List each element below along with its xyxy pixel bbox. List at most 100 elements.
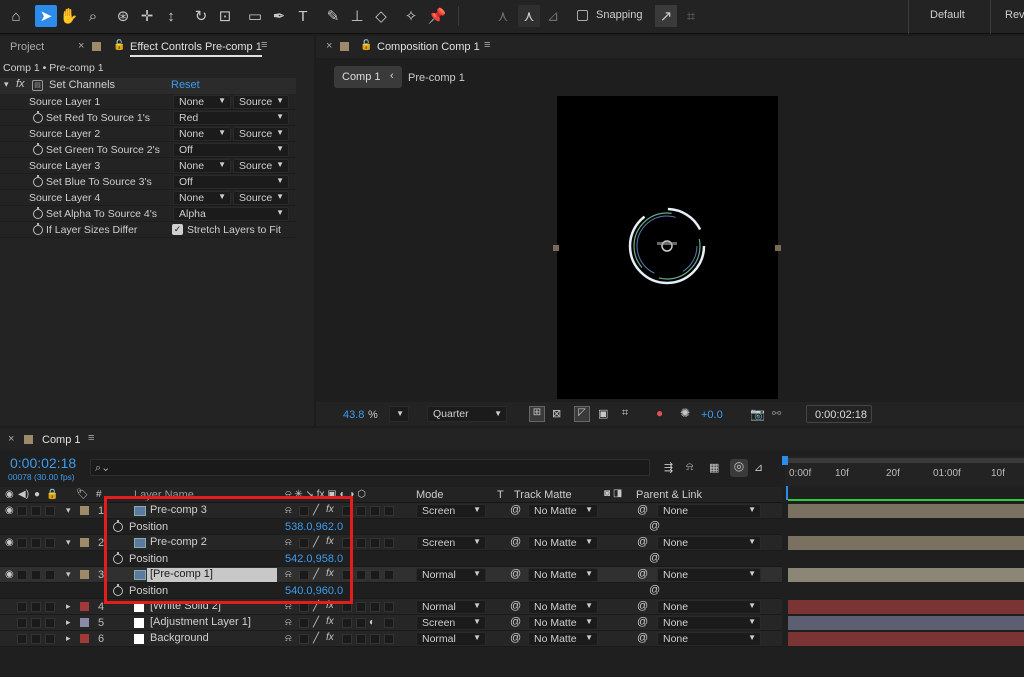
lock-toggle[interactable] [45, 602, 55, 612]
track-matte-dropdown[interactable]: No Matte ▼ [528, 536, 598, 550]
parent-dropdown[interactable]: None ▼ [657, 616, 761, 630]
property-pickwhip-icon[interactable]: @ [649, 520, 660, 532]
motion-blur-switch[interactable] [356, 602, 366, 612]
track-matte-pickwhip-icon[interactable]: @ [510, 504, 521, 516]
layer-duration-bar[interactable] [788, 504, 1024, 518]
lock-toggle[interactable] [45, 538, 55, 548]
eraser-tool-icon[interactable]: ◇ [370, 5, 392, 27]
current-time-indicator[interactable] [786, 486, 788, 500]
fx-switch-icon[interactable]: fx [326, 616, 334, 627]
search-input[interactable]: ⌕⌄ [90, 459, 650, 476]
parent-pickwhip-icon[interactable]: @ [637, 568, 648, 580]
stopwatch-icon[interactable] [33, 111, 43, 123]
parent-dropdown[interactable]: None ▼ [657, 600, 761, 614]
layer-duration-bar[interactable] [788, 616, 1024, 630]
work-area-start-handle[interactable] [782, 456, 788, 465]
lock-toggle[interactable] [45, 570, 55, 580]
guides-icon[interactable]: ▣ [598, 407, 608, 420]
pan-camera-icon[interactable]: ✛ [136, 5, 158, 27]
adjustment-switch[interactable] [370, 538, 380, 548]
3d-layer-switch[interactable] [384, 618, 394, 628]
adjustment-switch[interactable] [370, 506, 380, 516]
pen-tool-icon[interactable]: ✒ [268, 5, 290, 27]
snapping-checkbox[interactable] [577, 10, 588, 21]
effect-prop-dropdown[interactable]: None ▼ [173, 159, 231, 173]
adjustment-switch[interactable] [370, 602, 380, 612]
effect-prop-source-dropdown[interactable]: Source ▼ [233, 127, 289, 141]
solo-toggle[interactable] [31, 618, 41, 628]
collapse-chevron-icon[interactable]: ▾ [4, 79, 9, 90]
audio-toggle[interactable] [17, 538, 27, 548]
motion-blur-switch[interactable] [356, 618, 366, 628]
track-matte-dropdown[interactable]: No Matte ▼ [528, 504, 598, 518]
chevron-right-icon[interactable]: ▸ [66, 601, 71, 612]
effect-prop-source-dropdown[interactable]: Source ▼ [233, 95, 289, 109]
roto-brush-icon[interactable]: ✧ [400, 5, 422, 27]
axis-view-icon[interactable]: ⊿ [542, 5, 564, 27]
layer-duration-bar[interactable] [788, 600, 1024, 614]
effect-prop-dropdown[interactable]: Red ▼ [173, 111, 289, 125]
track-matte-dropdown[interactable]: No Matte ▼ [528, 632, 598, 646]
selection-tool-icon[interactable]: ➤ [35, 5, 57, 27]
solo-toggle[interactable] [31, 506, 41, 516]
stopwatch-icon[interactable] [33, 175, 43, 187]
lock-toggle[interactable] [45, 634, 55, 644]
label-color-chip[interactable] [80, 618, 89, 627]
exposure-value[interactable]: +0.0 [701, 409, 723, 421]
label-tag-icon[interactable]: 🏷 [76, 489, 89, 500]
parent-pickwhip-icon[interactable]: @ [637, 600, 648, 612]
close-icon[interactable]: × [78, 40, 84, 52]
show-snapshot-icon[interactable]: ⚯ [772, 407, 781, 420]
parent-pickwhip-icon[interactable]: @ [637, 504, 648, 516]
effect-prop-dropdown[interactable]: Off ▼ [173, 143, 289, 157]
audio-toggle[interactable] [17, 618, 27, 628]
layer-name[interactable]: [Adjustment Layer 1] [147, 616, 277, 630]
fx-icon[interactable]: fx [16, 78, 25, 90]
orbit-camera-icon[interactable]: ⊛ [112, 5, 134, 27]
track-matte-pickwhip-icon[interactable]: @ [510, 568, 521, 580]
layer-name[interactable]: Background [147, 632, 277, 646]
audio-icon[interactable]: ◀) [18, 489, 29, 500]
dolly-camera-icon[interactable]: ↕ [160, 5, 182, 27]
blend-mode-dropdown[interactable]: Screen ▼ [416, 504, 486, 518]
transform-handle-left[interactable] [553, 245, 559, 251]
motion-blur-switch[interactable] [356, 634, 366, 644]
effect-prop-source-dropdown[interactable]: Source ▼ [233, 191, 289, 205]
parent-pickwhip-icon[interactable]: @ [637, 632, 648, 644]
tab-effect-controls[interactable]: Effect Controls Pre-comp 1 [130, 41, 262, 57]
close-icon[interactable]: × [326, 40, 332, 52]
blend-mode-dropdown[interactable]: Screen ▼ [416, 536, 486, 550]
frame-blending-icon[interactable]: ▦ [709, 461, 719, 474]
snap-grid-icon[interactable]: ⌗ [680, 5, 702, 27]
adjustment-switch[interactable] [370, 634, 380, 644]
layer-row[interactable]: ▸ 6 Background ⍾ ╱ fx Normal ▼ @ No Matte… [0, 631, 782, 647]
eye-icon[interactable]: ◉ [5, 569, 14, 580]
3d-layer-switch[interactable] [384, 570, 394, 580]
frame-blend-switch[interactable] [342, 634, 352, 644]
axis-world-icon[interactable]: ⋏ [518, 5, 540, 27]
parent-dropdown[interactable]: None ▼ [657, 568, 761, 582]
3d-layer-switch[interactable] [384, 602, 394, 612]
comp-viewer[interactable] [557, 96, 778, 399]
solo-icon[interactable]: ● [34, 489, 40, 500]
zoom-tool-icon[interactable]: ⌕ [82, 5, 104, 27]
shy-layers-icon[interactable]: ⍾ [686, 461, 693, 474]
chevron-down-icon[interactable]: ▾ [66, 505, 71, 516]
track-matte-pickwhip-icon[interactable]: @ [510, 616, 521, 628]
zoom-dropdown[interactable]: ▼ [389, 406, 409, 422]
color-channels-icon[interactable]: ● [656, 406, 663, 420]
breadcrumb-precomp1[interactable]: Pre-comp 1 [408, 72, 465, 84]
breadcrumb-comp1[interactable]: Comp 1 ‹ [334, 66, 402, 88]
effect-prop-dropdown[interactable]: None ▼ [173, 191, 231, 205]
work-area-bar[interactable] [785, 458, 1024, 463]
lock-icon[interactable]: 🔓 [360, 40, 372, 51]
puppet-pin-icon[interactable]: 📌 [426, 5, 448, 27]
property-pickwhip-icon[interactable]: @ [649, 584, 660, 596]
track-matte-pickwhip-icon[interactable]: @ [510, 536, 521, 548]
time-ruler[interactable]: 0:00f 10f 20f 01:00f 10f [782, 456, 1024, 486]
quality-switch-icon[interactable]: ╱ [313, 617, 319, 628]
parent-dropdown[interactable]: None ▼ [657, 632, 761, 646]
shy-switch-icon[interactable]: ⍾ [285, 633, 292, 644]
motion-blur-switch[interactable] [356, 570, 366, 580]
tab-timeline-comp1[interactable]: Comp 1 [42, 434, 81, 446]
